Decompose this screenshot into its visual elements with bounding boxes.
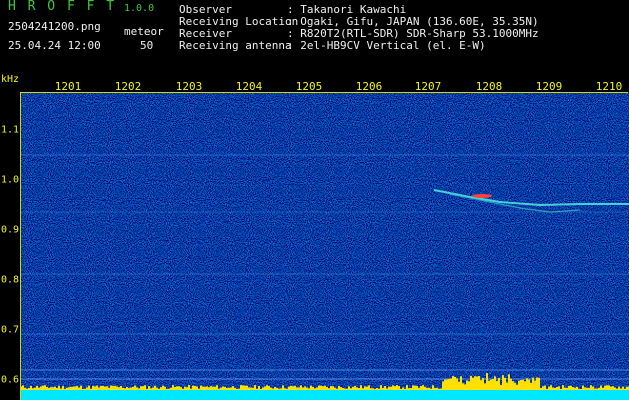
y-tick-label: 0.6 bbox=[1, 374, 20, 386]
y-tick-label: 0.8 bbox=[1, 274, 20, 286]
antenna-label: Receiving antenna bbox=[179, 39, 292, 52]
meteor-count: 50 bbox=[140, 39, 154, 52]
y-tick-label: 1.0 bbox=[1, 174, 20, 186]
app-title: H R O F F T bbox=[8, 0, 117, 14]
y-tick-label: 0.9 bbox=[1, 224, 20, 236]
plot-frame bbox=[20, 92, 628, 399]
file-name: 2504241200.png bbox=[8, 20, 101, 33]
meteor-label: meteor bbox=[124, 25, 164, 38]
y-axis-unit: kHz bbox=[1, 74, 20, 85]
app-version: 1.0.0 bbox=[124, 3, 155, 14]
datetime: 25.04.24 12:00 bbox=[8, 39, 101, 52]
antenna-value: : 2el-HB9CV Vertical (el. E-W) bbox=[287, 39, 486, 52]
y-tick-label: 0.7 bbox=[1, 324, 20, 336]
y-tick-label: 1.1 bbox=[1, 124, 20, 136]
